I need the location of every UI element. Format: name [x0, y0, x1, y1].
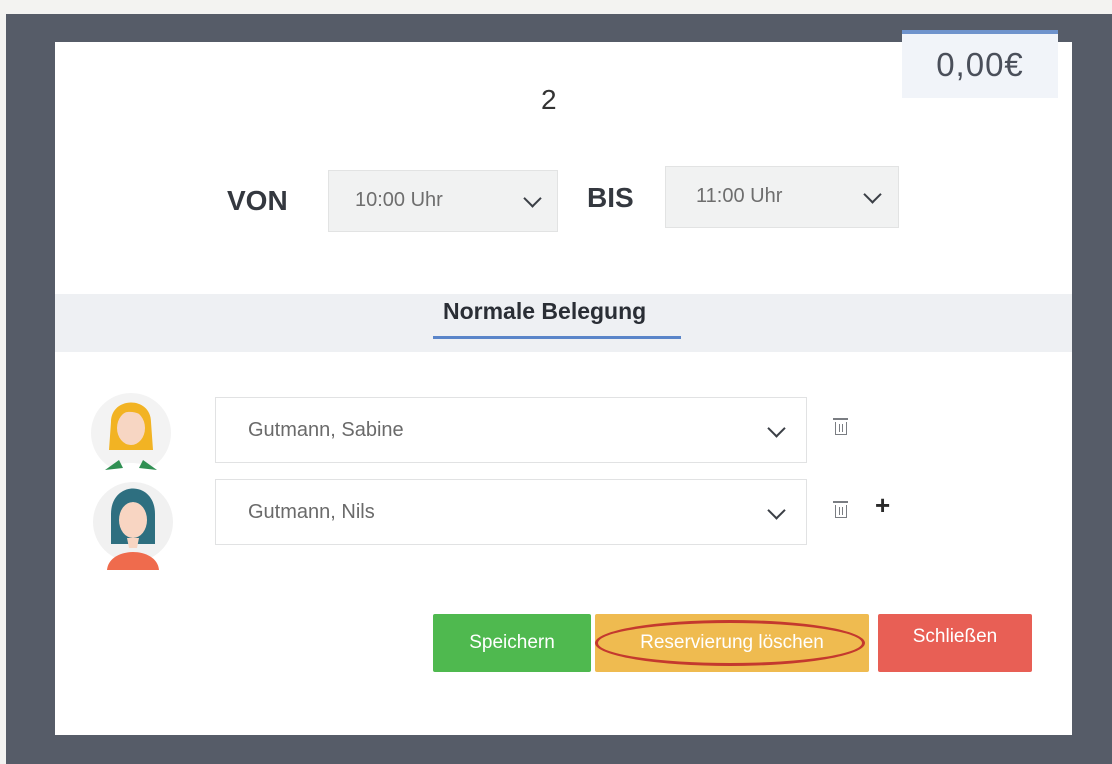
guest-name-1: Gutmann, Sabine: [248, 419, 404, 441]
chevron-down-icon: [523, 189, 542, 208]
female-teal-hair-avatar: [93, 482, 173, 570]
delete-reservation-button[interactable]: Reservierung löschen: [595, 614, 869, 672]
to-label: BIS: [587, 182, 634, 213]
chevron-down-icon: [863, 185, 882, 204]
chevron-down-icon: [767, 501, 786, 520]
trash-icon[interactable]: [833, 418, 848, 435]
guest-name-2: Gutmann, Nils: [248, 501, 375, 523]
guest-count: 2: [541, 84, 557, 115]
plus-icon[interactable]: +: [875, 490, 890, 521]
to-time-select[interactable]: 11:00 Uhr: [665, 166, 899, 228]
reservation-dialog: 0,00€ 2 VON 10:00 Uhr BIS 11:00 Uhr Norm…: [55, 30, 1072, 735]
tab-normale-belegung[interactable]: Normale Belegung: [443, 298, 646, 325]
to-time-value: 11:00 Uhr: [696, 185, 783, 207]
guest-select-2[interactable]: Gutmann, Nils: [215, 479, 807, 545]
close-button[interactable]: Schließen: [878, 614, 1032, 672]
active-tab-indicator: [433, 336, 681, 339]
chevron-down-icon: [767, 419, 786, 438]
price-badge: 0,00€: [902, 30, 1058, 98]
female-blonde-avatar: [91, 393, 171, 478]
from-label: VON: [227, 185, 288, 216]
guest-select-1[interactable]: Gutmann, Sabine: [215, 397, 807, 463]
from-time-select[interactable]: 10:00 Uhr: [328, 170, 558, 232]
save-button[interactable]: Speichern: [433, 614, 591, 672]
trash-icon[interactable]: [833, 501, 848, 518]
from-time-value: 10:00 Uhr: [355, 189, 443, 211]
